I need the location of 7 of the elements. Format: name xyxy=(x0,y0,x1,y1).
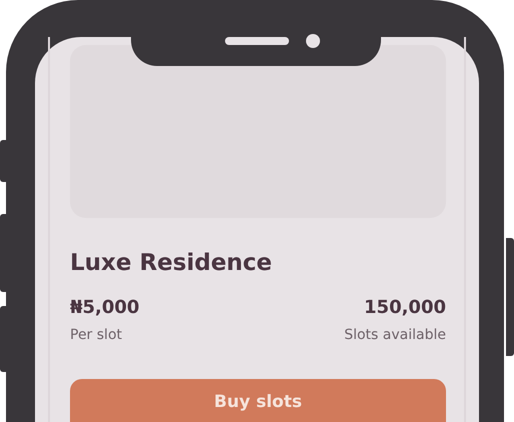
buy-button[interactable]: Buy slots xyxy=(70,378,446,422)
slots-label: Slots available xyxy=(344,326,446,345)
price-label: Per slot xyxy=(70,326,122,345)
speaker-icon xyxy=(225,37,289,45)
slots-count: 150,000 xyxy=(364,296,446,320)
price: ₦5,000 xyxy=(70,296,140,320)
listing-title: Luxe Residence xyxy=(70,250,274,278)
